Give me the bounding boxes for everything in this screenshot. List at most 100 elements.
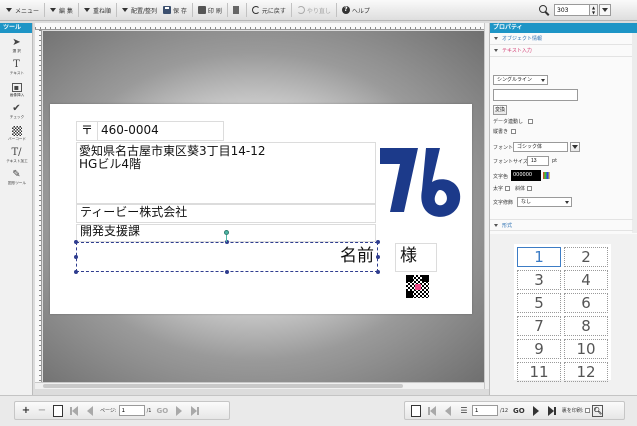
qr-code[interactable] <box>406 275 429 298</box>
tool-image-insert[interactable]: ▪ 画像挿入 <box>0 77 33 99</box>
sheet-go-button[interactable]: GO <box>513 407 525 415</box>
help-button[interactable]: ? ヘルプ <box>339 2 373 19</box>
resize-handle-top-left[interactable] <box>74 240 78 244</box>
page-cell-9[interactable]: 9 <box>517 339 561 359</box>
shape-tool-icon: ✎ <box>12 169 21 180</box>
company-field[interactable]: ティービー株式会社 <box>76 204 376 223</box>
last-sheet-icon[interactable] <box>546 405 558 417</box>
toolbar-divider <box>335 3 337 17</box>
tool-text-effect[interactable]: T/ テキスト加工 <box>0 143 33 165</box>
italic-checkbox[interactable] <box>527 186 532 191</box>
page-cell-4[interactable]: 4 <box>564 270 608 290</box>
sheet-grid-icon[interactable]: ☰ <box>458 405 470 417</box>
page-cell-10[interactable]: 10 <box>564 339 608 359</box>
tool-check[interactable]: ✔ チェック <box>0 99 33 121</box>
page-cell-1[interactable]: 1 <box>517 247 561 267</box>
save-button[interactable]: 保 存 <box>160 2 190 19</box>
resize-handle-bottom-right[interactable] <box>376 270 380 274</box>
data-link-checkbox[interactable] <box>528 119 533 124</box>
address-field[interactable]: 愛知県名古屋市東区葵3丁目14-12 HGビル4階 <box>76 142 376 204</box>
decoration-select[interactable]: なし <box>517 197 572 207</box>
name-field-selected[interactable]: 名前 <box>76 242 378 272</box>
remove-page-icon[interactable]: − <box>36 405 48 417</box>
undo-icon <box>251 6 260 14</box>
shape-section[interactable]: 形式 <box>490 219 633 231</box>
go-button[interactable]: GO <box>156 407 168 415</box>
bold-checkbox[interactable] <box>505 186 510 191</box>
line-mode-select[interactable]: シングルライン <box>493 75 548 85</box>
page-cell-6[interactable]: 6 <box>564 293 608 313</box>
property-scrollbar[interactable] <box>632 33 637 233</box>
decoration-label: 文字修飾 <box>493 200 514 206</box>
zoom-stepper[interactable]: ▲ ▼ <box>590 4 598 16</box>
page-cell-2[interactable]: 2 <box>564 247 608 267</box>
zoom-icon <box>538 4 550 16</box>
postal-code-field[interactable]: 〒 460-0004 <box>76 121 224 141</box>
dropdown-arrow-icon <box>83 8 90 12</box>
page-cell-7[interactable]: 7 <box>517 316 561 336</box>
undo-button[interactable]: 元に戻す <box>249 2 289 19</box>
edit-button[interactable]: 編 集 <box>47 2 76 19</box>
zoom-input[interactable] <box>554 4 590 16</box>
color-palette-icon[interactable] <box>543 172 550 179</box>
tool-barcode[interactable]: バーコード <box>0 121 33 143</box>
resize-handle-bottom-left[interactable] <box>74 270 78 274</box>
italic-label: 斜体 <box>515 186 526 192</box>
tool-select[interactable]: ➤ 選 択 <box>0 33 33 55</box>
text-color-input[interactable]: 000000 <box>511 170 541 181</box>
redo-button[interactable]: やり直し <box>294 2 334 19</box>
zoom-dropdown-button[interactable] <box>599 4 611 16</box>
font-dropdown-button[interactable] <box>570 142 580 152</box>
page-cell-12[interactable]: 12 <box>564 362 608 382</box>
sheet-number-input[interactable] <box>472 405 498 416</box>
edit-label: 編 集 <box>59 7 73 15</box>
horizontal-scrollbar[interactable] <box>35 382 484 389</box>
menu-button[interactable]: メニュー <box>3 2 42 19</box>
tool-text[interactable]: T テキスト <box>0 55 33 77</box>
resize-handle-bottom-middle[interactable] <box>225 270 229 274</box>
vertical-writing-checkbox[interactable] <box>511 129 516 134</box>
rotation-handle[interactable] <box>224 230 229 235</box>
font-select[interactable]: ゴシック体 <box>513 142 568 152</box>
property-panel: プロパティ オブジェクト情報 テキスト入力 シングルライン 変換 データ連動し … <box>489 23 637 234</box>
scrollbar-thumb[interactable] <box>43 384 403 388</box>
page-view-icon[interactable] <box>410 405 422 417</box>
page-number-input[interactable] <box>118 405 145 416</box>
duplicate-page-icon[interactable] <box>52 405 64 417</box>
honorific-text: 様 <box>400 246 417 266</box>
page-cell-3[interactable]: 3 <box>517 270 561 290</box>
text-value-input[interactable] <box>493 89 578 101</box>
previous-page-icon[interactable] <box>84 405 96 417</box>
print-back-checkbox[interactable] <box>585 408 591 413</box>
chevron-down-icon <box>572 145 578 149</box>
last-page-icon[interactable] <box>189 405 201 417</box>
print-button[interactable]: 印 刷 <box>195 2 225 19</box>
toolbar-divider <box>245 3 247 17</box>
delete-button[interactable] <box>230 2 244 19</box>
layer-order-button[interactable]: 重ね順 <box>81 2 114 19</box>
honorific-field[interactable]: 様 <box>395 243 437 272</box>
page-cell-11[interactable]: 11 <box>517 362 561 382</box>
preview-icon[interactable]: 🔍︎ <box>592 404 604 417</box>
tool-shape[interactable]: ✎ 図形ツール <box>0 165 33 187</box>
previous-sheet-icon[interactable] <box>442 405 454 417</box>
resize-handle-top-right[interactable] <box>376 240 380 244</box>
resize-handle-middle-right[interactable] <box>376 255 380 259</box>
page-cell-5[interactable]: 5 <box>517 293 561 313</box>
convert-button[interactable]: 変換 <box>493 105 507 115</box>
next-page-icon[interactable] <box>173 405 185 417</box>
add-page-icon[interactable]: + <box>20 405 32 417</box>
dropdown-arrow-icon <box>6 8 12 12</box>
first-sheet-icon[interactable] <box>426 405 438 417</box>
first-page-icon[interactable] <box>68 405 80 417</box>
arrange-button[interactable]: 配置/整列 <box>119 2 160 19</box>
decoration-value: なし <box>521 199 532 205</box>
text-input-section[interactable]: テキスト入力 <box>490 45 637 57</box>
resize-handle-middle-left[interactable] <box>74 255 78 259</box>
object-info-section[interactable]: オブジェクト情報 <box>490 33 637 45</box>
page-cell-8[interactable]: 8 <box>564 316 608 336</box>
next-sheet-icon[interactable] <box>530 405 542 417</box>
font-size-input[interactable] <box>527 156 549 166</box>
text-tool-icon: T <box>13 59 20 70</box>
check-icon: ✔ <box>12 103 21 114</box>
